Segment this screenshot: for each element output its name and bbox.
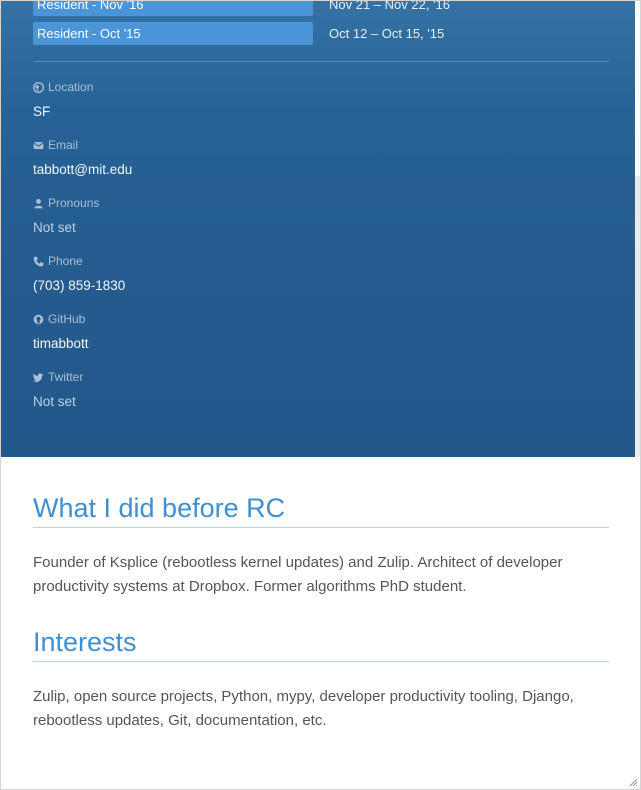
location-value: SF <box>33 104 51 119</box>
twitter-icon <box>33 372 44 382</box>
scrollbar-thumb[interactable] <box>635 176 640 457</box>
resize-grip-icon[interactable] <box>628 777 638 787</box>
field-github: GitHub timabbott <box>33 311 89 353</box>
batch-dates: Oct 12 – Oct 15, '15 <box>329 26 445 41</box>
section-body-before-rc: Founder of Ksplice (rebootless kernel up… <box>33 554 563 595</box>
section-title-before-rc: What I did before RC <box>33 491 609 528</box>
field-label: Pronouns <box>33 195 99 211</box>
profile-page: Resident - Nov '16 Nov 21 – Nov 22, '16 … <box>0 0 641 790</box>
field-pronouns: Pronouns Not set <box>33 195 99 237</box>
divider <box>33 61 609 62</box>
location-label: Location <box>48 80 94 94</box>
globe-icon <box>33 81 44 93</box>
field-label: Location <box>33 79 93 95</box>
github-label: GitHub <box>48 312 86 326</box>
field-label: Email <box>33 137 132 153</box>
twitter-label: Twitter <box>48 370 84 384</box>
header-shade <box>1 1 640 111</box>
email-value[interactable]: tabbott@mit.edu <box>33 161 132 179</box>
section-body-interests: Zulip, open source projects, Python, myp… <box>33 688 574 729</box>
pronouns-value: Not set <box>33 220 76 235</box>
batch-badge[interactable]: Resident - Nov '16 <box>33 1 313 16</box>
phone-value: (703) 859-1830 <box>33 278 126 293</box>
section-title-interests: Interests <box>33 625 609 662</box>
github-value[interactable]: timabbott <box>33 335 89 353</box>
field-email: Email tabbott@mit.edu <box>33 137 132 179</box>
field-phone: Phone (703) 859-1830 <box>33 253 125 295</box>
batch-badge[interactable]: Resident - Oct '15 <box>33 22 313 45</box>
field-label: Phone <box>33 253 125 269</box>
batch-row: Resident - Nov '16 Nov 21 – Nov 22, '16 <box>33 1 450 16</box>
pronouns-label: Pronouns <box>48 196 100 210</box>
batch-row: Resident - Oct '15 Oct 12 – Oct 15, '15 <box>33 22 444 45</box>
github-icon <box>33 314 44 324</box>
phone-label: Phone <box>48 254 83 268</box>
envelope-icon <box>33 141 44 149</box>
field-label: Twitter <box>33 369 83 385</box>
email-label: Email <box>48 138 79 152</box>
field-twitter: Twitter Not set <box>33 369 83 411</box>
batch-dates: Nov 21 – Nov 22, '16 <box>329 0 450 12</box>
phone-icon <box>33 256 44 266</box>
field-label: GitHub <box>33 311 89 327</box>
field-location: Location SF <box>33 79 93 121</box>
user-icon <box>34 198 43 208</box>
profile-header: Resident - Nov '16 Nov 21 – Nov 22, '16 … <box>1 1 640 457</box>
twitter-value: Not set <box>33 394 76 409</box>
